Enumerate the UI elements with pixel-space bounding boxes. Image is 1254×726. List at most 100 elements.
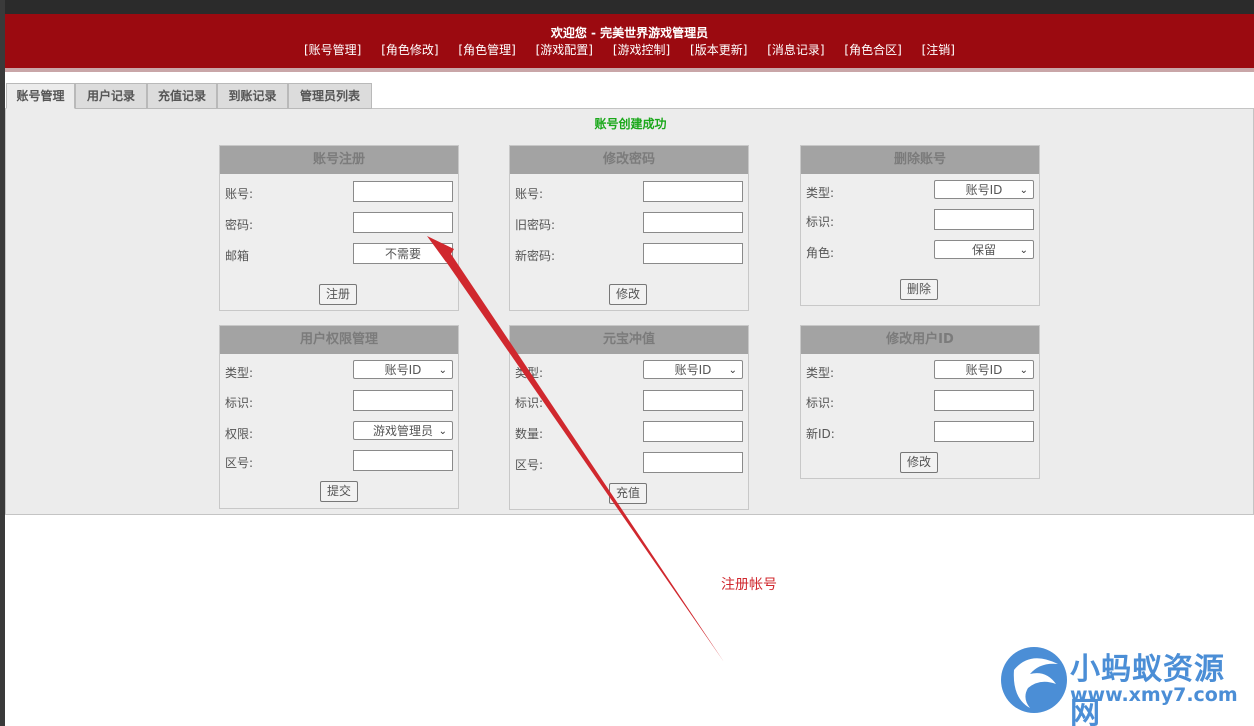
perm-zone-input[interactable] xyxy=(353,450,453,471)
register-account-input[interactable] xyxy=(353,181,453,202)
recharge-amount-input[interactable] xyxy=(643,421,743,442)
old-password-input[interactable] xyxy=(643,212,743,233)
chevron-down-icon: ⌄ xyxy=(728,365,737,376)
delete-id-label: 标识: xyxy=(806,215,835,229)
delete-role-value: 保留 xyxy=(971,243,996,257)
header: 欢迎您 - 完美世界游戏管理员 [账号管理] [角色修改] [角色管理] [游戏… xyxy=(5,14,1254,68)
perm-id-label: 标识: xyxy=(225,396,254,410)
change-id-type-label: 类型: xyxy=(806,366,835,380)
change-id-type-select[interactable]: 账号ID ⌄ xyxy=(934,360,1034,379)
register-email-input[interactable] xyxy=(353,243,453,264)
change-id-new-input[interactable] xyxy=(934,421,1034,442)
perm-id-input[interactable] xyxy=(353,390,453,411)
nav-game-config[interactable]: [游戏配置] xyxy=(536,42,593,58)
change-id-id-row: 标识: xyxy=(806,390,1034,412)
recharge-zone-label: 区号: xyxy=(515,458,544,472)
page: 欢迎您 - 完美世界游戏管理员 [账号管理] [角色修改] [角色管理] [游戏… xyxy=(0,0,1254,726)
recharge-type-row: 类型: 账号ID ⌄ xyxy=(515,360,743,382)
change-id-id-label: 标识: xyxy=(806,396,835,410)
perm-type-label: 类型: xyxy=(225,366,254,380)
change-id-title: 修改用户ID xyxy=(801,326,1039,354)
register-password-input[interactable] xyxy=(353,212,453,233)
perm-type-row: 类型: 账号ID ⌄ xyxy=(225,360,453,382)
change-password-account-input[interactable] xyxy=(643,181,743,202)
new-password-label: 新密码: xyxy=(515,249,556,263)
register-account-row: 账号: xyxy=(225,181,453,203)
delete-account-title: 删除账号 xyxy=(801,146,1039,174)
change-id-new-row: 新ID: xyxy=(806,421,1034,443)
chevron-down-icon: ⌄ xyxy=(1019,365,1028,376)
nav-account-management[interactable]: [账号管理] xyxy=(304,42,361,58)
success-message: 账号创建成功 xyxy=(594,117,667,131)
old-password-row: 旧密码: xyxy=(515,212,743,234)
nav-role-merge[interactable]: [角色合区] xyxy=(844,42,901,58)
delete-type-label: 类型: xyxy=(806,186,835,200)
new-password-input[interactable] xyxy=(643,243,743,264)
nav-logout[interactable]: [注销] xyxy=(922,42,955,58)
permissions-submit-button[interactable]: 提交 xyxy=(320,481,359,502)
change-id-panel: 修改用户ID 类型: 账号ID ⌄ 标识: 新ID: 修改 xyxy=(800,325,1040,479)
welcome-text: 欢迎您 - 完美世界游戏管理员 xyxy=(550,26,709,40)
permissions-title: 用户权限管理 xyxy=(220,326,458,354)
delete-id-input[interactable] xyxy=(934,209,1034,230)
change-password-button[interactable]: 修改 xyxy=(609,284,648,305)
nav-game-control[interactable]: [游戏控制] xyxy=(613,42,670,58)
change-id-type-value: 账号ID xyxy=(965,363,1003,377)
perm-level-label: 权限: xyxy=(225,427,254,441)
perm-type-select[interactable]: 账号ID ⌄ xyxy=(353,360,453,379)
change-password-title: 修改密码 xyxy=(510,146,748,174)
perm-level-select[interactable]: 游戏管理员 ⌄ xyxy=(353,421,453,440)
recharge-type-label: 类型: xyxy=(515,366,544,380)
delete-type-row: 类型: 账号ID ⌄ xyxy=(806,180,1034,202)
recharge-zone-input[interactable] xyxy=(643,452,743,473)
header-divider xyxy=(5,68,1254,72)
perm-level-value: 游戏管理员 xyxy=(372,424,433,438)
browser-top-strip xyxy=(0,0,1254,14)
chevron-down-icon: ⌄ xyxy=(438,365,447,376)
chevron-down-icon: ⌄ xyxy=(438,426,447,437)
change-id-type-row: 类型: 账号ID ⌄ xyxy=(806,360,1034,382)
watermark: 小蚂蚁资源网 www.xmy7.com xyxy=(1000,640,1250,726)
nav-message-log[interactable]: [消息记录] xyxy=(767,42,824,58)
delete-type-select[interactable]: 账号ID ⌄ xyxy=(934,180,1034,199)
permissions-panel: 用户权限管理 类型: 账号ID ⌄ 标识: 权限: 游戏管理员 ⌄ 区号: 提交 xyxy=(219,325,459,509)
recharge-amount-row: 数量: xyxy=(515,421,743,443)
delete-button[interactable]: 删除 xyxy=(900,279,939,300)
nav-role-management[interactable]: [角色管理] xyxy=(458,42,515,58)
old-password-label: 旧密码: xyxy=(515,218,556,232)
change-password-account-label: 账号: xyxy=(515,187,544,201)
watermark-url: www.xmy7.com xyxy=(1070,684,1238,706)
tab-user-records[interactable]: 用户记录 xyxy=(75,83,147,109)
nav-version-update[interactable]: [版本更新] xyxy=(690,42,747,58)
register-button[interactable]: 注册 xyxy=(319,284,358,305)
recharge-id-row: 标识: xyxy=(515,390,743,412)
tab-arrival-records[interactable]: 到账记录 xyxy=(217,83,288,109)
register-email-label: 邮箱 xyxy=(225,249,250,263)
annotation-text: 注册帐号 xyxy=(721,577,777,593)
change-id-new-label: 新ID: xyxy=(806,427,835,441)
tab-admin-list[interactable]: 管理员列表 xyxy=(288,83,372,109)
delete-type-value: 账号ID xyxy=(965,183,1003,197)
recharge-button[interactable]: 充值 xyxy=(609,483,648,504)
recharge-amount-label: 数量: xyxy=(515,427,544,441)
recharge-panel: 元宝冲值 类型: 账号ID ⌄ 标识: 数量: 区号: 充值 xyxy=(509,325,749,510)
nav-role-edit[interactable]: [角色修改] xyxy=(381,42,438,58)
recharge-id-input[interactable] xyxy=(643,390,743,411)
change-password-account-row: 账号: xyxy=(515,181,743,203)
delete-role-row: 角色: 保留 ⌄ xyxy=(806,240,1034,262)
recharge-id-label: 标识: xyxy=(515,396,544,410)
register-account-label: 账号: xyxy=(225,187,254,201)
tab-account-management[interactable]: 账号管理 xyxy=(6,83,75,109)
recharge-type-value: 账号ID xyxy=(674,363,712,377)
perm-level-row: 权限: 游戏管理员 ⌄ xyxy=(225,421,453,443)
perm-id-row: 标识: xyxy=(225,390,453,412)
delete-role-select[interactable]: 保留 ⌄ xyxy=(934,240,1034,259)
recharge-zone-row: 区号: xyxy=(515,452,743,474)
change-id-button[interactable]: 修改 xyxy=(900,452,939,473)
recharge-type-select[interactable]: 账号ID ⌄ xyxy=(643,360,743,379)
perm-zone-row: 区号: xyxy=(225,450,453,472)
tab-recharge-records[interactable]: 充值记录 xyxy=(147,83,217,109)
register-panel: 账号注册 账号: 密码: 邮箱 注册 xyxy=(219,145,459,311)
top-nav: [账号管理] [角色修改] [角色管理] [游戏配置] [游戏控制] [版本更新… xyxy=(5,42,1254,58)
change-id-id-input[interactable] xyxy=(934,390,1034,411)
